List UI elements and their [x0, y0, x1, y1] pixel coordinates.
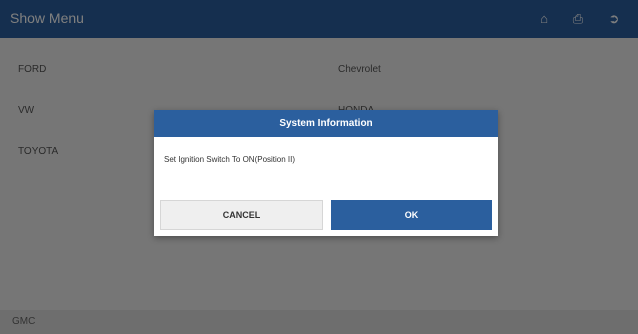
dialog-buttons: CANCEL OK: [160, 200, 492, 230]
screen: Show Menu ⌂ ⎙ ➲ FORD Chevrolet VW HONDA …: [0, 0, 638, 334]
system-information-dialog: System Information Set Ignition Switch T…: [154, 110, 498, 236]
ok-button[interactable]: OK: [331, 200, 492, 230]
dialog-title: System Information: [154, 110, 498, 137]
cancel-button[interactable]: CANCEL: [160, 200, 323, 230]
dialog-message: Set Ignition Switch To ON(Position II): [164, 155, 296, 164]
